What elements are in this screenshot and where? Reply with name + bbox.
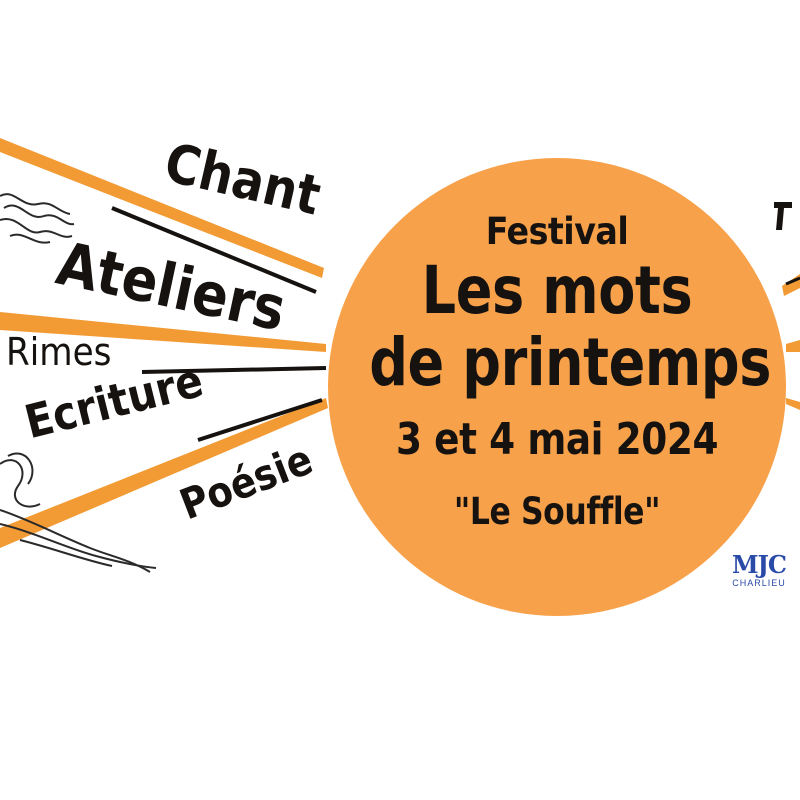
mjc-logo-mark: MJC [731, 550, 787, 579]
mjc-logo-subtitle: CHARLIEU [732, 578, 786, 588]
festival-dates: 3 et 4 mai 2024 [395, 414, 719, 465]
cropped-letter-fragment [774, 202, 792, 230]
festival-title-line1: Les mots [421, 252, 693, 329]
ray-orange-right-top [782, 274, 800, 296]
festival-banner: Festival Les mots de printemps 3 et 4 ma… [0, 0, 800, 800]
festival-title-line2: de printemps [369, 324, 772, 401]
ray-orange-right-mid [786, 340, 800, 352]
ray-orange-right-low [786, 398, 800, 410]
sun-badge: Festival Les mots de printemps 3 et 4 ma… [328, 158, 786, 616]
festival-label: Festival [485, 210, 629, 253]
festival-venue: "Le Souffle" [453, 490, 661, 533]
mjc-logo-icon: MJC CHARLIEU [724, 550, 794, 589]
activity-rimes: Rimes [6, 330, 112, 374]
